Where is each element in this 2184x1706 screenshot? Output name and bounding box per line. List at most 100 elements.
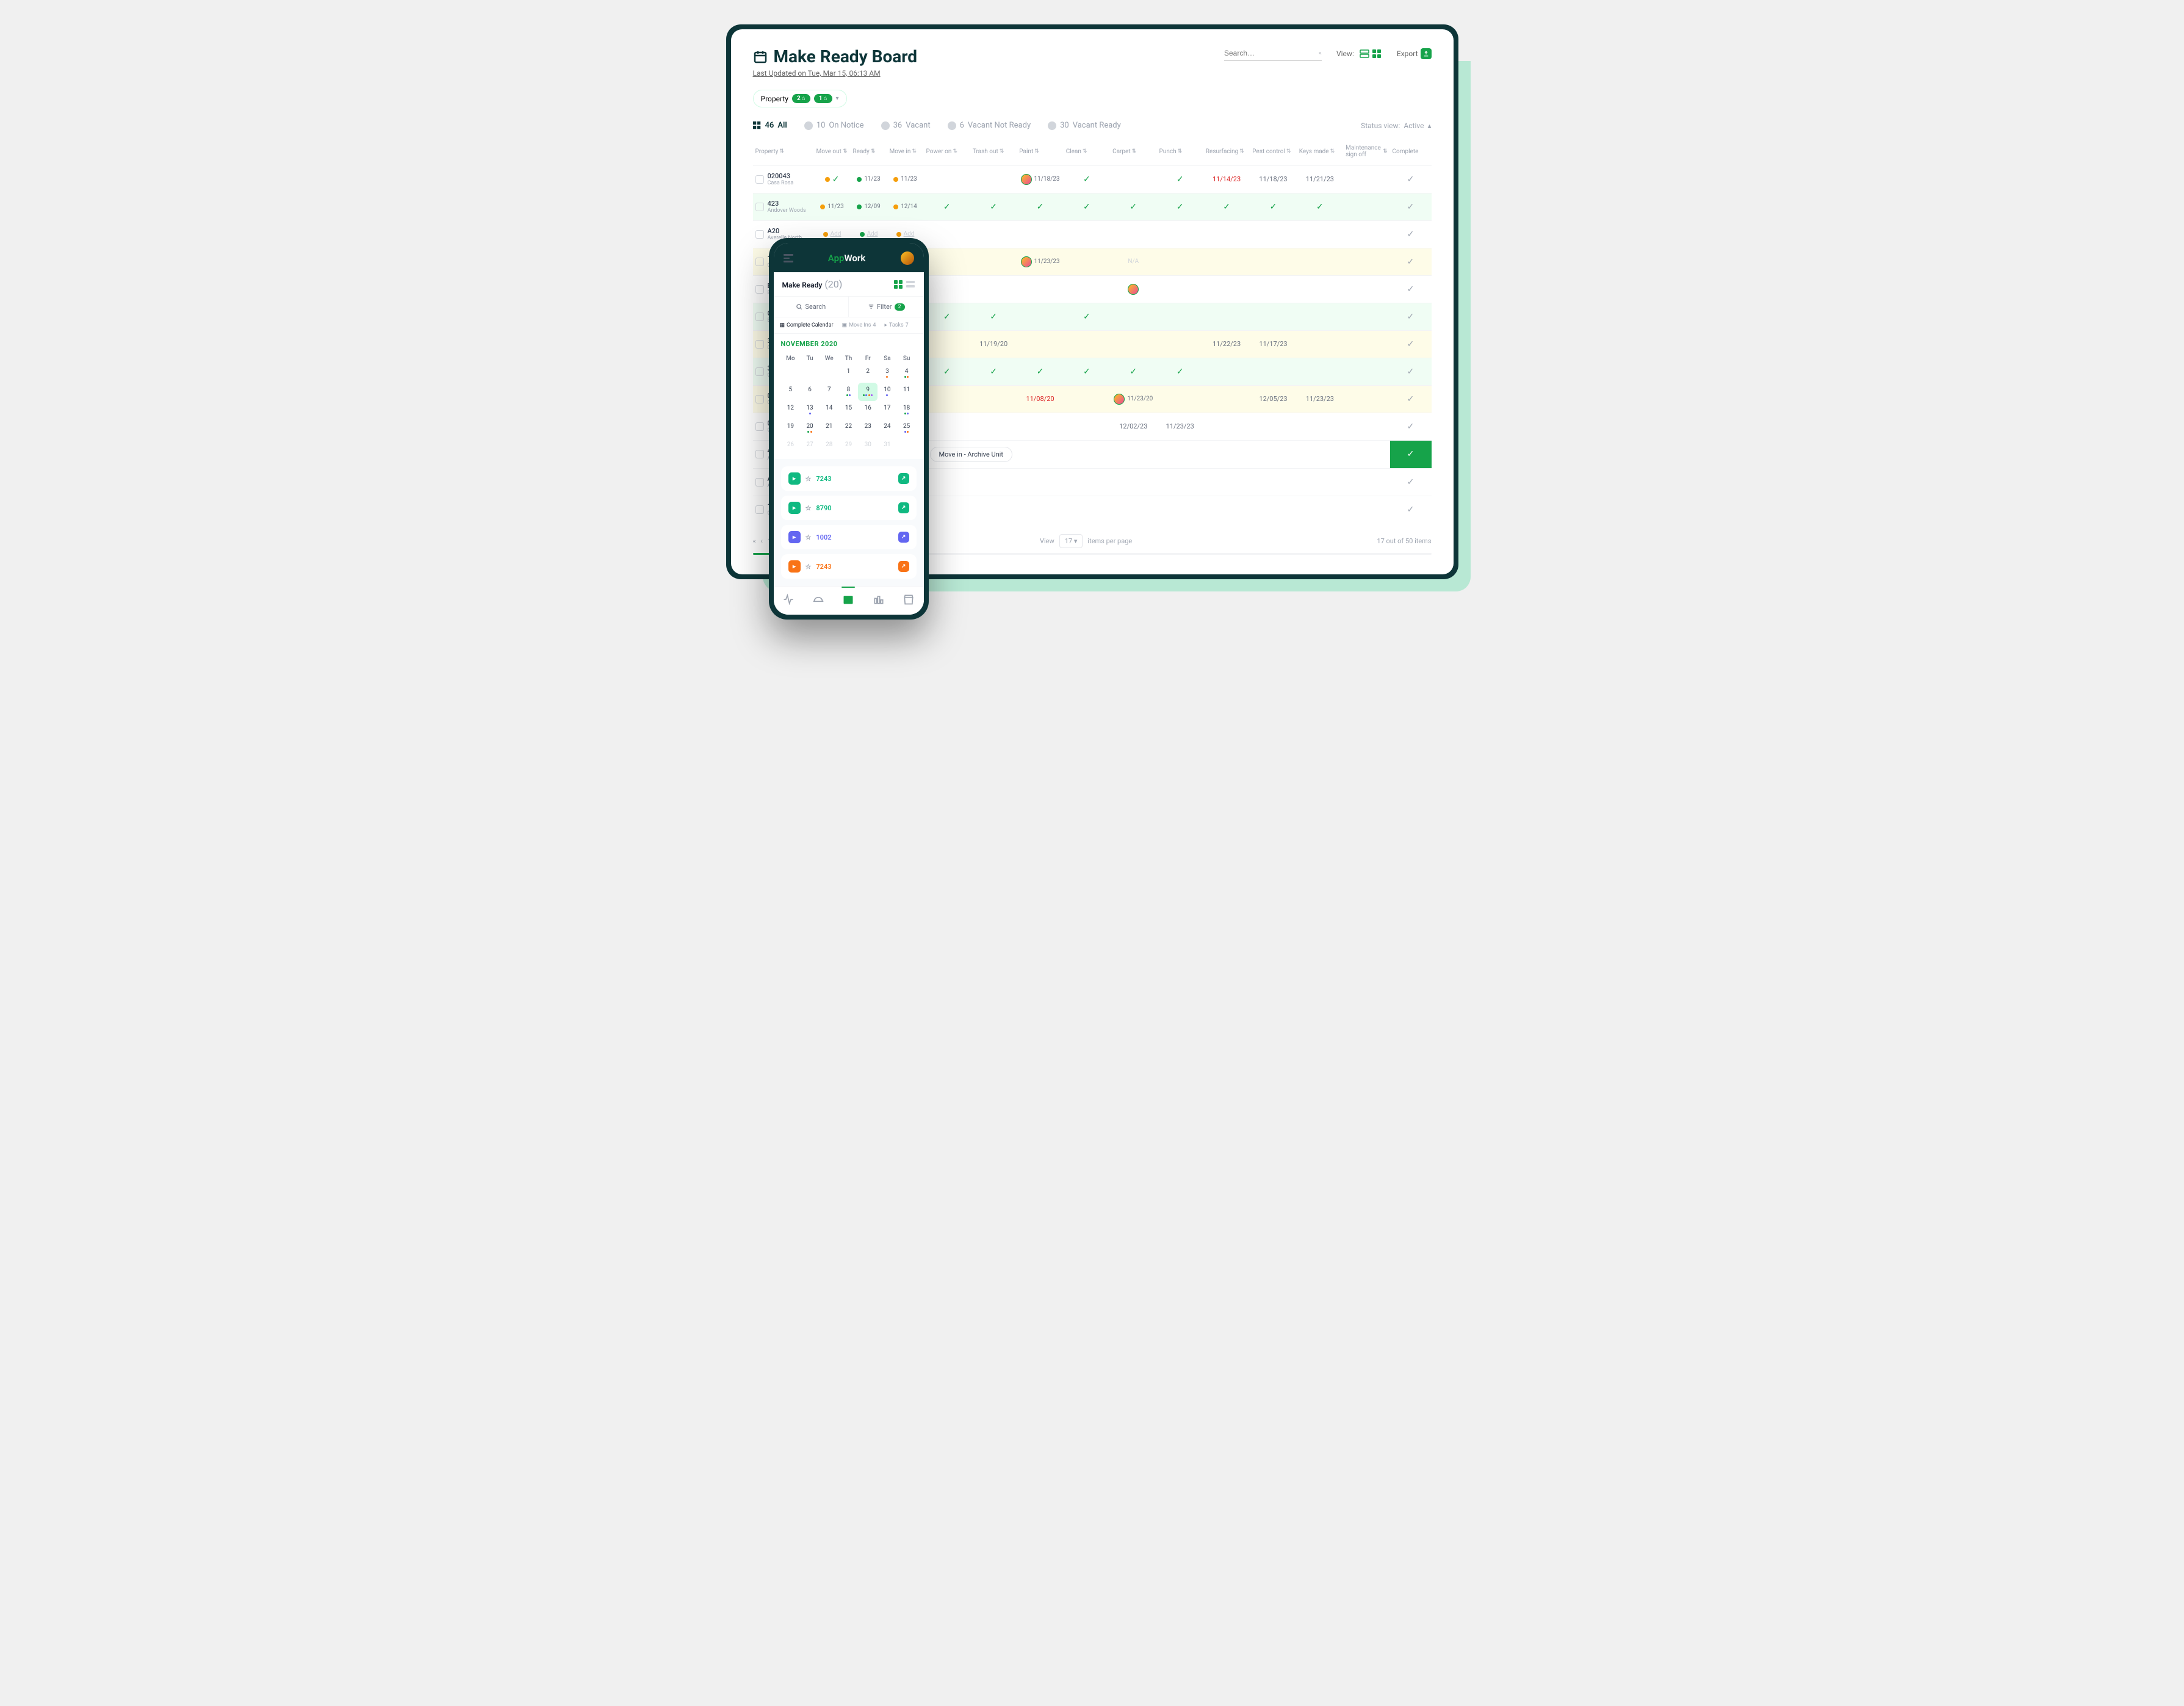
row-checkbox[interactable] (755, 203, 764, 211)
row-checkbox[interactable] (755, 505, 764, 514)
row-checkbox[interactable] (755, 340, 764, 349)
chevron-up-icon: ▴ (1427, 121, 1431, 130)
table-row[interactable]: 020043Casa Rosa✓11/2311/2311/18/23✓✓11/1… (753, 165, 1432, 193)
calendar-day[interactable]: 21 (820, 419, 839, 438)
row-checkbox[interactable] (755, 367, 764, 376)
tab-vacant[interactable]: 36 Vacant (881, 121, 931, 130)
calendar-day[interactable]: 16 (858, 401, 878, 419)
complete-cell[interactable]: ✓ (1390, 413, 1432, 440)
row-checkbox[interactable] (755, 395, 764, 403)
property-filter[interactable]: Property 2⌂ 1⌂ ▾ (753, 90, 847, 107)
complete-cell[interactable]: ✓ (1390, 358, 1432, 385)
grid-view-icon[interactable] (893, 280, 903, 289)
tab-on-notice[interactable]: 10 On Notice (804, 121, 864, 130)
tab-calendar[interactable]: ▦Complete Calendar (780, 322, 834, 328)
calendar-day[interactable]: 30 (858, 438, 878, 453)
nav-stats-icon[interactable] (872, 593, 885, 606)
arrow-icon[interactable]: ↗ (898, 473, 909, 484)
complete-cell[interactable]: ✓ (1390, 331, 1432, 358)
calendar-day[interactable]: 31 (878, 438, 897, 453)
nav-calendar-icon[interactable] (842, 593, 855, 606)
list-view-icon[interactable] (906, 280, 915, 289)
complete-cell[interactable]: ✓ (1390, 303, 1432, 330)
tab-move-ins[interactable]: ▣Move Ins 4 (842, 322, 876, 328)
calendar-day[interactable]: 12 (781, 401, 801, 419)
complete-cell[interactable]: ✓ (1390, 441, 1432, 468)
items-per-page-select[interactable]: 17 ▾ (1059, 534, 1083, 548)
row-checkbox[interactable] (755, 422, 764, 431)
tab-vacant-not-ready[interactable]: 6 Vacant Not Ready (948, 121, 1031, 130)
calendar-day[interactable]: 18 (897, 401, 917, 419)
arrow-icon[interactable]: ↗ (898, 532, 909, 543)
nav-hat-icon[interactable] (812, 593, 825, 606)
prev-page-icon[interactable]: ‹ (761, 537, 763, 545)
calendar-day[interactable]: 15 (839, 401, 859, 419)
nav-store-icon[interactable] (902, 593, 915, 606)
list-item[interactable]: ▸☆1002↗ (781, 525, 917, 549)
search-icon (1319, 49, 1322, 57)
status-view-dropdown[interactable]: Status view: Active ▴ (1361, 121, 1431, 130)
calendar-day[interactable]: 14 (820, 401, 839, 419)
nav-work-icon[interactable] (782, 593, 795, 606)
calendar-day[interactable]: 6 (800, 383, 820, 401)
table-row[interactable]: 423Andover Woods11/2312/0912/14✓✓✓✓✓✓✓✓✓… (753, 193, 1432, 220)
calendar-day[interactable]: 27 (800, 438, 820, 453)
sort-icon[interactable]: ⇅ (779, 148, 784, 154)
search-button[interactable]: Search (774, 297, 849, 317)
complete-cell[interactable]: ✓ (1390, 248, 1432, 275)
calendar-day[interactable]: 11 (897, 383, 917, 401)
calendar-day[interactable]: 4 (897, 364, 917, 383)
calendar-day[interactable]: 8 (839, 383, 859, 401)
calendar-day[interactable]: 20 (800, 419, 820, 438)
calendar-day[interactable]: 10 (878, 383, 897, 401)
filter-button[interactable]: Filter2 (849, 297, 924, 317)
complete-cell[interactable]: ✓ (1390, 276, 1432, 303)
list-item[interactable]: ▸☆7243↗ (781, 466, 917, 491)
complete-cell[interactable]: ✓ (1390, 469, 1432, 496)
calendar-day[interactable]: 26 (781, 438, 801, 453)
complete-cell[interactable]: ✓ (1390, 386, 1432, 413)
calendar-day[interactable]: 23 (858, 419, 878, 438)
complete-cell[interactable]: ✓ (1390, 193, 1432, 220)
arrow-icon[interactable]: ↗ (898, 502, 909, 513)
complete-cell[interactable]: ✓ (1390, 221, 1432, 248)
tab-tasks[interactable]: ▸Tasks 7 (884, 322, 908, 328)
list-item[interactable]: ▸☆8790↗ (781, 496, 917, 520)
calendar-day[interactable]: 19 (781, 419, 801, 438)
row-checkbox[interactable] (755, 450, 764, 458)
list-item[interactable]: ▸☆7243↗ (781, 554, 917, 579)
calendar-day[interactable]: 22 (839, 419, 859, 438)
avatar[interactable] (901, 251, 914, 265)
export-button[interactable]: Export (1397, 48, 1432, 59)
row-checkbox[interactable] (755, 285, 764, 294)
grid-view-icon[interactable] (1371, 48, 1382, 59)
complete-cell[interactable]: ✓ (1390, 166, 1432, 193)
first-page-icon[interactable]: « (753, 537, 756, 545)
row-checkbox[interactable] (755, 313, 764, 321)
tab-vacant-ready[interactable]: 30 Vacant Ready (1048, 121, 1121, 130)
calendar-day[interactable]: 25 (897, 419, 917, 438)
calendar-day[interactable]: 24 (878, 419, 897, 438)
calendar-day[interactable]: 7 (820, 383, 839, 401)
calendar-day[interactable]: 28 (820, 438, 839, 453)
row-checkbox[interactable] (755, 478, 764, 486)
calendar-day[interactable]: 13 (800, 401, 820, 419)
calendar-day[interactable]: 2 (858, 364, 878, 383)
arrow-icon[interactable]: ↗ (898, 561, 909, 572)
archive-pill[interactable]: Move in - Archive Unit (930, 447, 1012, 462)
search-input[interactable] (1224, 46, 1322, 60)
calendar-day[interactable]: 3 (878, 364, 897, 383)
row-checkbox[interactable] (755, 175, 764, 184)
row-checkbox[interactable] (755, 258, 764, 266)
calendar-day[interactable]: 9 (858, 383, 878, 401)
menu-icon[interactable] (784, 254, 793, 262)
tab-all[interactable]: 46 All (753, 121, 787, 130)
complete-cell[interactable]: ✓ (1390, 496, 1432, 523)
list-view-icon[interactable] (1359, 48, 1370, 59)
calendar-month-title: NOVEMBER 2020 (781, 340, 917, 348)
calendar-day[interactable]: 29 (839, 438, 859, 453)
calendar-day[interactable]: 5 (781, 383, 801, 401)
row-checkbox[interactable] (755, 230, 764, 239)
calendar-day[interactable]: 1 (839, 364, 859, 383)
calendar-day[interactable]: 17 (878, 401, 897, 419)
